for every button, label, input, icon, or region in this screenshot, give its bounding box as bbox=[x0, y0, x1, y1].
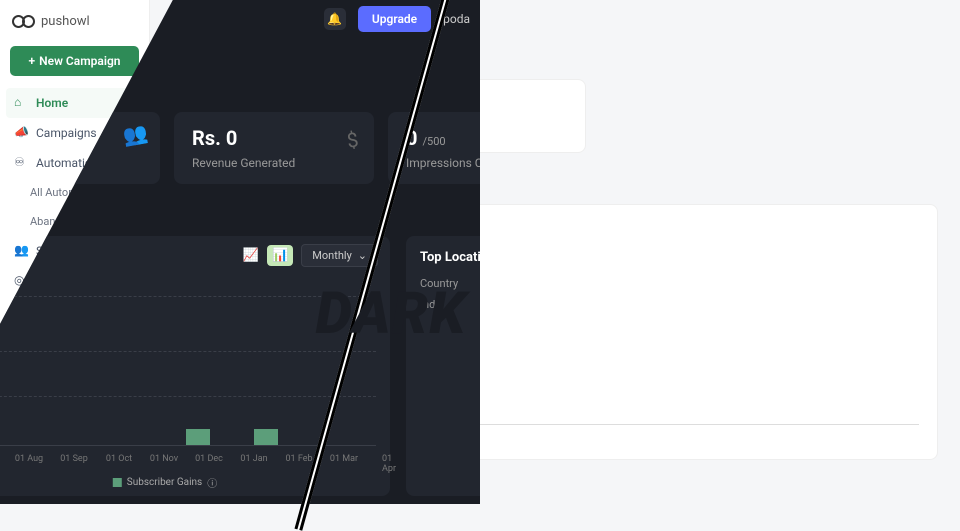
bar-chart-icon[interactable]: 📊 bbox=[267, 245, 293, 266]
chart-bar bbox=[254, 429, 278, 445]
info-icon: ⓘ bbox=[207, 475, 217, 490]
bell-icon: 🔔 bbox=[327, 12, 342, 26]
stat-value: Rs. 0 bbox=[192, 126, 356, 150]
account-name[interactable]: poda bbox=[443, 12, 470, 26]
x-tick: 01 Sep bbox=[60, 454, 88, 464]
stat-revenue: Rs. 0 Revenue Generated $ bbox=[174, 112, 374, 184]
owl-icon bbox=[12, 13, 36, 29]
users-icon: 👥 bbox=[14, 244, 28, 258]
new-campaign-label: New Campaign bbox=[39, 54, 120, 68]
x-tick: 01 Nov bbox=[150, 454, 178, 464]
stat-label: Revenue Generated bbox=[192, 156, 356, 170]
period-label: Monthly bbox=[312, 249, 352, 262]
chart-legend: Subscriber Gains ⓘ bbox=[113, 475, 217, 490]
overlay-dark-word: DARK bbox=[316, 280, 467, 348]
x-tick: 01 Dec bbox=[195, 454, 223, 464]
dark-topbar: 🔔 Upgrade poda bbox=[324, 6, 470, 32]
dark-mode-overlay-text: DARKMODE bbox=[316, 280, 645, 348]
megaphone-icon: 📣 bbox=[14, 126, 28, 140]
dark-chart-card: 📈 📊 Monthly ⌄ 01 Jul 01 Aug 01 Sep 01 Oc… bbox=[0, 236, 390, 496]
x-tick: 01 Aug bbox=[15, 454, 43, 464]
brand-logo: pushowl bbox=[0, 10, 149, 41]
nav-label: Campaigns bbox=[36, 126, 97, 140]
chart-bar bbox=[186, 429, 210, 445]
legend-label: Subscriber Gains bbox=[127, 477, 202, 488]
chevron-down-icon: ⌄ bbox=[358, 249, 367, 262]
plus-icon: + bbox=[29, 54, 36, 68]
brand-name: pushowl bbox=[41, 14, 90, 29]
x-tick: 01 Oct bbox=[106, 454, 132, 464]
notifications-button[interactable]: 🔔 bbox=[324, 8, 346, 30]
automation-icon: ♾ bbox=[14, 156, 28, 170]
stat-sub: /500 bbox=[422, 135, 445, 148]
nav-label: Home bbox=[36, 96, 68, 110]
overlay-mode-word: MODE bbox=[484, 280, 644, 348]
home-icon: ⌂ bbox=[14, 96, 28, 110]
x-tick: 01 Mar bbox=[330, 454, 358, 464]
legend-color bbox=[113, 478, 122, 487]
x-tick: 01 Feb bbox=[285, 454, 312, 464]
x-tick: 01 Apr bbox=[382, 454, 396, 474]
period-select[interactable]: Monthly ⌄ bbox=[301, 244, 378, 267]
upgrade-button[interactable]: Upgrade bbox=[358, 6, 431, 32]
new-campaign-button[interactable]: + New Campaign bbox=[10, 46, 139, 76]
trend-icon[interactable]: 📈 bbox=[243, 248, 259, 263]
x-tick: 01 Jan bbox=[240, 454, 267, 464]
chart-controls: 📈 📊 Monthly ⌄ bbox=[243, 244, 378, 267]
